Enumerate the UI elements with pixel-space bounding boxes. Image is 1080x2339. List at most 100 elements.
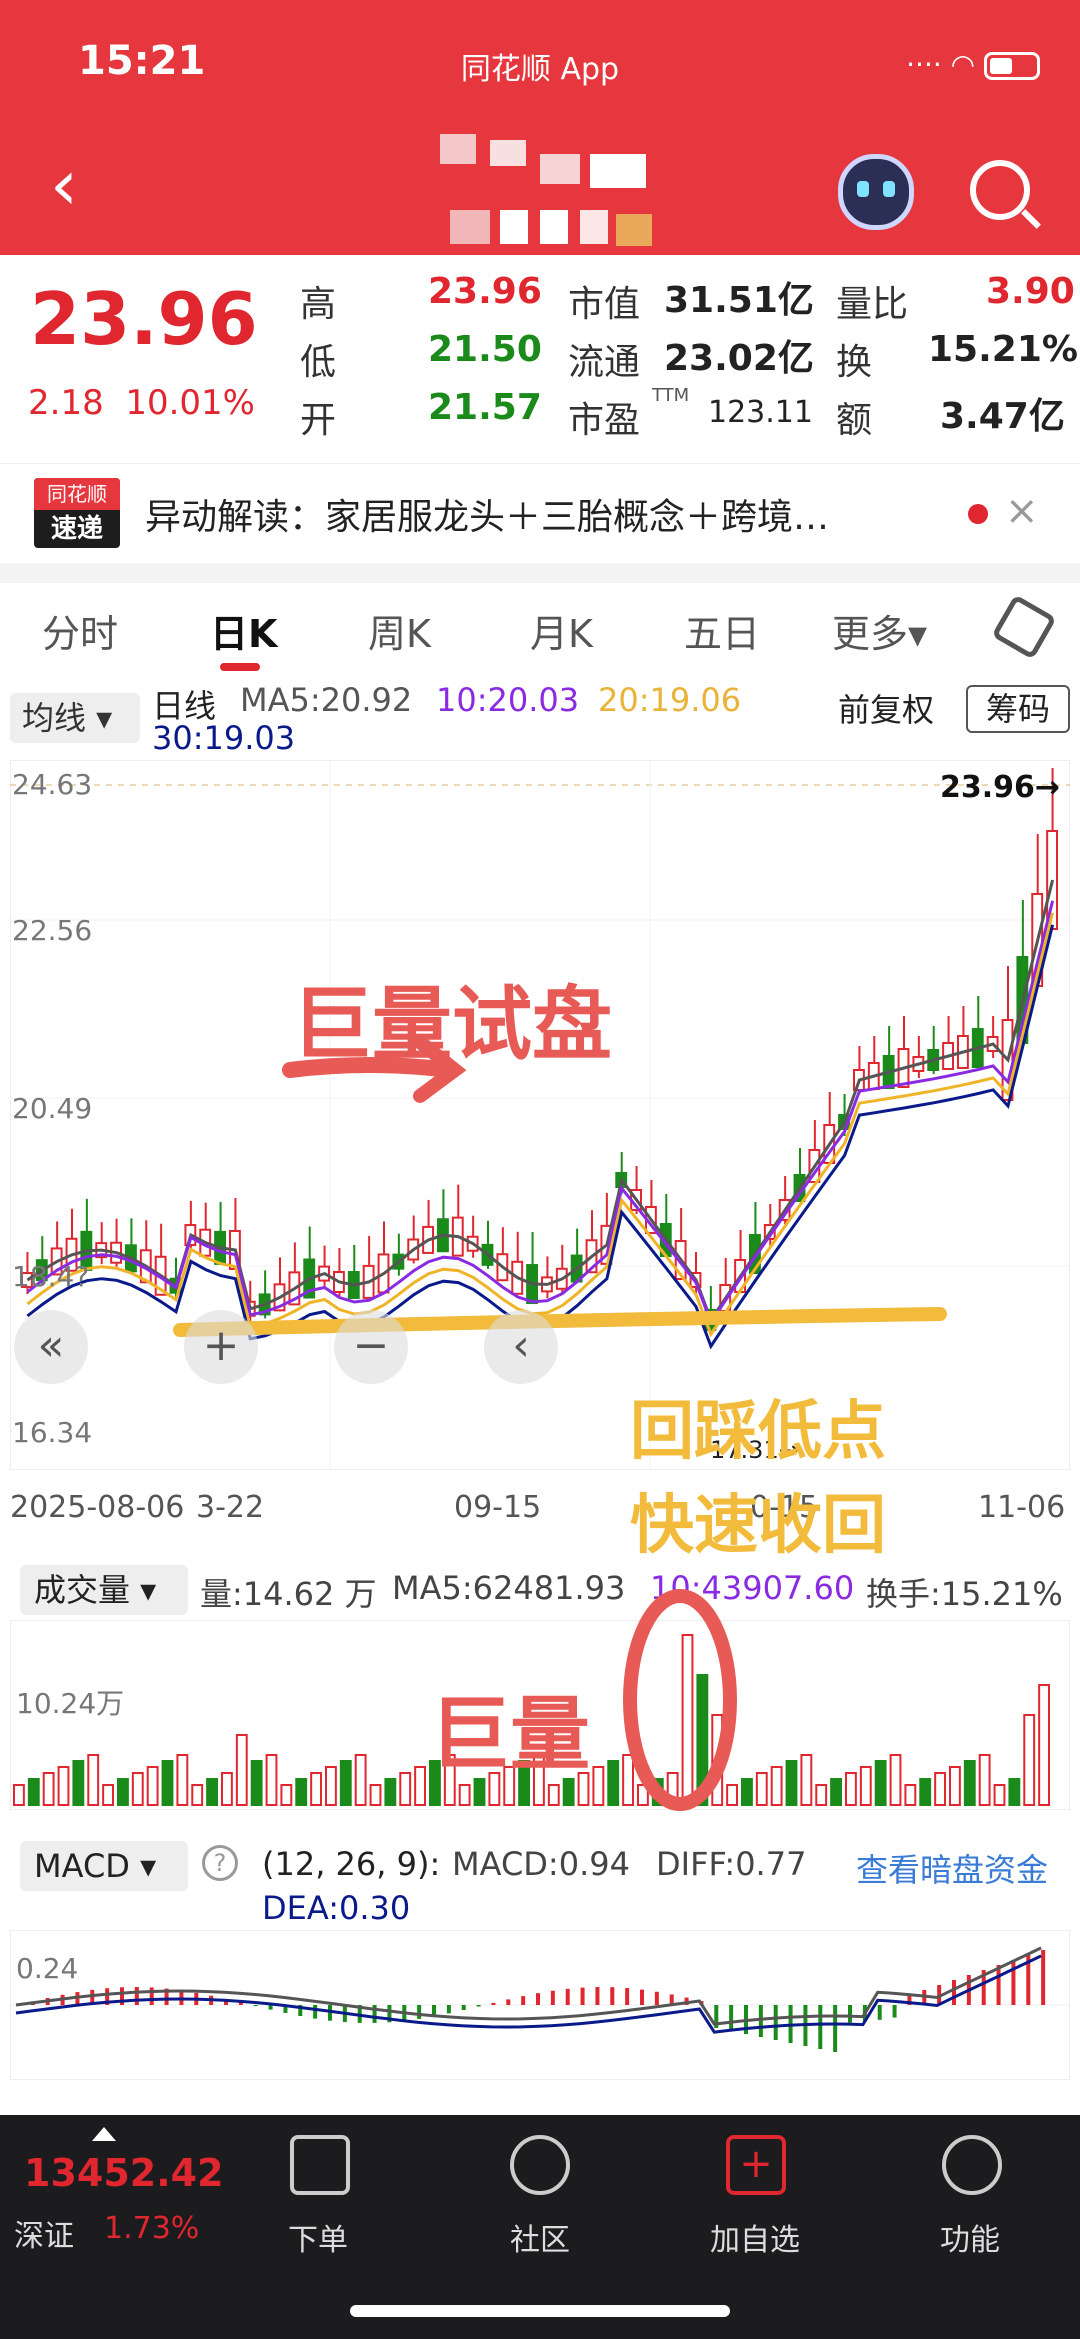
active-tab-indicator — [220, 663, 260, 671]
search-icon[interactable] — [970, 160, 1030, 220]
mcap-value: 31.51亿 — [664, 280, 814, 321]
macd-header: MACD ▾ ? (12, 26, 9): MACD:0.94 DIFF:0.7… — [0, 1835, 1080, 1935]
section-gap — [0, 563, 1080, 583]
x-label-2: 3-22 — [196, 1490, 265, 1525]
community-icon[interactable] — [510, 2135, 570, 2195]
volume-value: 量:14.62 万 — [200, 1575, 377, 1613]
close-news-button[interactable]: × — [1005, 488, 1039, 534]
ma5-value: MA5:20.92 — [240, 681, 413, 719]
ma-select-button[interactable]: 均线 ▾ — [10, 693, 140, 743]
macd-params: (12, 26, 9): — [262, 1845, 441, 1883]
volume-header: 成交量 ▾ 量:14.62 万 MA5:62481.93 10:43907.60… — [0, 1555, 1080, 1625]
turnover-label: 换 — [836, 342, 873, 383]
x-label-3: 09-15 — [454, 1490, 542, 1525]
chip-distribution-button[interactable]: 筹码 — [966, 685, 1070, 733]
high-label: 高 — [300, 284, 337, 325]
menu-icon[interactable] — [942, 2135, 1002, 2195]
news-logo-bottom: 速递 — [50, 514, 103, 544]
y-label-3: 20.49 — [12, 1092, 93, 1125]
ma20-value: 20:19.06 — [598, 681, 742, 719]
y-label-bottom: 16.34 — [12, 1416, 93, 1449]
open-label: 开 — [300, 400, 337, 441]
index-pct: 1.73% — [104, 2211, 200, 2246]
bottom-bar: 13452.42 深证 1.73% 下单 社区 + 加自选 功能 — [0, 2115, 1080, 2339]
low-label: 低 — [300, 342, 337, 383]
low-value: 21.50 — [428, 329, 542, 370]
macd-dea: DEA:0.30 — [262, 1889, 411, 1927]
stock-name-mosaic — [440, 130, 660, 250]
unread-dot — [968, 504, 988, 524]
last-price-tag: 23.96→ — [940, 770, 1061, 805]
order-label[interactable]: 下单 — [288, 2215, 348, 2259]
community-label[interactable]: 社区 — [510, 2215, 570, 2259]
back-button[interactable]: ‹ — [50, 150, 78, 220]
open-value: 21.57 — [428, 387, 542, 428]
volume-turnover: 换手:15.21% — [866, 1575, 1063, 1613]
y-label-2: 22.56 — [12, 914, 93, 947]
macd-select[interactable]: MACD ▾ — [20, 1841, 188, 1891]
annotation-circle — [623, 1589, 737, 1811]
news-logo: 同花顺 速递 — [34, 478, 120, 548]
tab-monthly[interactable]: 月K — [530, 603, 593, 658]
help-icon[interactable]: ? — [202, 1845, 238, 1881]
tab-more[interactable]: 更多▾ — [832, 603, 927, 658]
settings-icon[interactable] — [991, 594, 1057, 660]
ma10-value: 10:20.03 — [436, 681, 580, 719]
top-header: 15:21 同花顺 App ···· ◠ ‹ — [0, 0, 1080, 255]
wifi-icon: ◠ — [950, 48, 976, 81]
collapse-left-icon[interactable]: « — [14, 1310, 88, 1384]
robot-assistant-icon[interactable] — [838, 154, 914, 230]
macd-value: MACD:0.94 — [452, 1845, 630, 1883]
functions-label[interactable]: 功能 — [940, 2215, 1000, 2259]
volume-ratio-label: 量比 — [836, 284, 909, 325]
amount-value: 3.47亿 — [940, 396, 1065, 437]
macd-y-label: 0.24 — [16, 1952, 79, 1985]
pe-ttm: TTM — [652, 385, 690, 406]
macd-svg — [9, 1929, 1071, 2081]
news-bar[interactable]: 同花顺 速递 异动解读：家居服龙头＋三胎概念＋跨境… × — [0, 463, 1080, 563]
tab-daily[interactable]: 日K — [210, 603, 277, 658]
quote-panel: 23.96 2.18 10.01% 高 23.96 低 21.50 开 21.5… — [0, 255, 1080, 455]
volume-y-label: 10.24万 — [16, 1687, 125, 1720]
add-watchlist-label[interactable]: 加自选 — [710, 2215, 800, 2259]
tab-intraday[interactable]: 分时 — [42, 603, 118, 658]
float-value: 23.02亿 — [664, 338, 814, 379]
float-label: 流通 — [568, 342, 641, 383]
period-tabs: 分时 日K 周K 月K 五日 更多▾ — [0, 583, 1080, 673]
macd-diff: DIFF:0.77 — [656, 1845, 807, 1883]
mcap-label: 市值 — [568, 284, 641, 325]
order-icon[interactable] — [290, 2135, 350, 2195]
high-value: 23.96 — [428, 271, 542, 312]
turnover-value: 15.21% — [928, 329, 1078, 370]
news-text[interactable]: 异动解读：家居服龙头＋三胎概念＋跨境… — [145, 488, 829, 540]
annotation-quick-recover: 快速收回 — [630, 1489, 886, 1563]
index-value[interactable]: 13452.42 — [24, 2151, 224, 2195]
tab-five-day[interactable]: 五日 — [684, 603, 760, 658]
dark-pool-link[interactable]: 查看暗盘资金 — [856, 1845, 1048, 1891]
signal-icon: ···· — [906, 48, 942, 81]
annotation-huge-volume: 巨量 — [430, 1688, 590, 1781]
battery-icon — [984, 52, 1040, 80]
pan-left-icon[interactable]: ‹ — [484, 1310, 558, 1384]
change-pct: 10.01% — [125, 383, 255, 423]
add-watchlist-icon[interactable]: + — [726, 2135, 786, 2195]
zoom-in-icon[interactable]: + — [184, 1310, 258, 1384]
news-logo-top: 同花顺 — [34, 478, 120, 510]
zoom-out-icon[interactable]: − — [334, 1310, 408, 1384]
tab-weekly[interactable]: 周K — [368, 603, 431, 658]
change-value: 2.18 — [28, 383, 104, 423]
x-label-start: 2025-08-06 — [10, 1490, 185, 1525]
annotation-pullback: 回踩低点 — [630, 1395, 886, 1469]
annotation-support-line — [173, 1307, 947, 1337]
volume-select[interactable]: 成交量 ▾ — [20, 1565, 188, 1615]
annotation-arrow — [282, 1035, 467, 1103]
volume-ma5: MA5:62481.93 — [392, 1569, 626, 1607]
pe-value: 123.11 — [708, 395, 813, 430]
volume-chart: 10.24万 巨量 — [9, 1589, 1071, 1811]
adjust-mode[interactable]: 前复权 — [838, 685, 934, 731]
macd-chart: 0.24 — [9, 1929, 1071, 2081]
current-price: 23.96 — [30, 277, 258, 361]
ma-legend: 均线 ▾ 日线 MA5:20.92 10:20.03 20:19.06 30:1… — [0, 675, 1080, 757]
volume-ratio-value: 3.90 — [986, 271, 1075, 312]
kline-chart[interactable]: 24.63 22.56 20.49 18.4? 16.34 23.96→ 17.… — [9, 759, 1071, 1471]
